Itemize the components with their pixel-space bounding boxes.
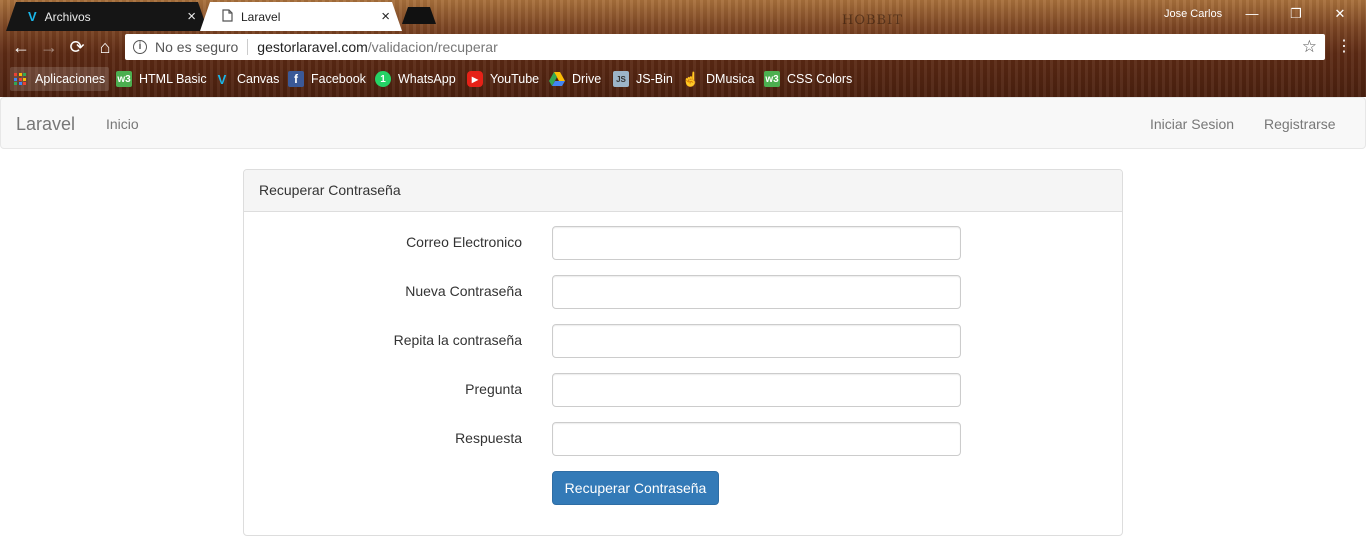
bookmark-label: CSS Colors — [787, 72, 853, 86]
panel-heading: Recuperar Contraseña — [244, 170, 1122, 212]
bookmark-label: Drive — [572, 72, 602, 86]
security-status: No es seguro — [155, 39, 239, 55]
star-icon[interactable]: ☆ — [1302, 37, 1317, 57]
tab-archivos[interactable]: V Archivos × — [6, 2, 208, 31]
page-icon — [222, 9, 233, 25]
bookmark-dmusica[interactable]: ☝ DMusica — [682, 67, 755, 91]
nav-link-registrarse[interactable]: Registrarse — [1264, 116, 1336, 132]
answer-field[interactable] — [552, 422, 961, 456]
nav-link-inicio[interactable]: Inicio — [106, 116, 139, 132]
bookmark-label: YouTube — [490, 72, 540, 86]
apps-icon — [14, 73, 28, 85]
bookmark-html-basic[interactable]: w3 HTML Basic — [116, 67, 207, 91]
tab-strip: V Archivos × Laravel × HOBBIT Jose Carlo… — [0, 0, 1366, 31]
youtube-icon: ▶ — [467, 71, 483, 87]
maximize-button[interactable]: ❐ — [1276, 4, 1316, 24]
address-bar[interactable]: i No es seguro gestorlaravel.com /valida… — [125, 34, 1325, 60]
new-tab-button[interactable] — [402, 7, 436, 24]
form-row-answer: Respuesta — [244, 422, 1122, 456]
bookmark-css-colors[interactable]: w3 CSS Colors — [764, 67, 852, 91]
bookmark-label: DMusica — [706, 72, 755, 86]
recover-password-panel: Recuperar Contraseña Correo Electronico … — [243, 169, 1123, 536]
question-field[interactable] — [552, 373, 961, 407]
close-tab-icon[interactable]: × — [187, 9, 196, 24]
nav-link-iniciar-sesion[interactable]: Iniciar Sesion — [1150, 116, 1234, 132]
form-row-new-password: Nueva Contraseña — [244, 275, 1122, 309]
divider — [247, 39, 249, 55]
email-field[interactable] — [552, 226, 961, 260]
bookmark-label: Facebook — [311, 72, 366, 86]
form-row-confirm-password: Repita la contraseña — [244, 324, 1122, 358]
w3-icon: w3 — [764, 71, 780, 87]
browser-chrome: V Archivos × Laravel × HOBBIT Jose Carlo… — [0, 0, 1366, 97]
info-icon[interactable]: i — [133, 40, 147, 54]
bookmark-youtube[interactable]: ▶ YouTube — [467, 67, 539, 91]
new-password-label: Nueva Contraseña — [405, 283, 522, 299]
new-password-field[interactable] — [552, 275, 961, 309]
vimeo-icon: V — [217, 71, 227, 87]
recover-password-button[interactable]: Recuperar Contraseña — [552, 471, 719, 505]
w3-icon: w3 — [116, 71, 132, 87]
bookmark-drive[interactable]: Drive — [549, 67, 601, 91]
whatsapp-icon: 1 — [375, 71, 391, 87]
menu-icon[interactable]: ⋮ — [1336, 37, 1352, 57]
drive-icon — [549, 71, 565, 87]
bookmark-label: JS-Bin — [636, 72, 673, 86]
profile-name[interactable]: Jose Carlos — [1164, 8, 1222, 20]
tab-label: Archivos — [44, 9, 91, 24]
minimize-button[interactable]: — — [1232, 4, 1272, 24]
home-icon[interactable]: ⌂ — [93, 35, 117, 59]
browser-toolbar: ← → ⟳ ⌂ i No es seguro gestorlaravel.com… — [0, 31, 1366, 62]
navbar-brand[interactable]: Laravel — [16, 114, 75, 135]
tab-label: Laravel — [241, 9, 281, 24]
bookmarks-bar: Aplicaciones w3 HTML Basic V Canvas f Fa… — [0, 62, 1366, 97]
email-label: Correo Electronico — [406, 234, 522, 250]
reload-icon[interactable]: ⟳ — [65, 35, 89, 59]
confirm-password-label: Repita la contraseña — [393, 332, 522, 348]
bookmark-aplicaciones[interactable]: Aplicaciones — [10, 67, 110, 91]
answer-label: Respuesta — [455, 430, 522, 446]
url-path: /validacion/recuperar — [367, 39, 498, 55]
forward-icon[interactable]: → — [37, 35, 61, 59]
form-row-email: Correo Electronico — [244, 226, 1122, 260]
bookmark-label: Aplicaciones — [35, 72, 106, 86]
jsbin-icon: JS — [613, 71, 629, 87]
bookmark-js-bin[interactable]: JS JS-Bin — [613, 67, 673, 91]
bookmark-facebook[interactable]: f Facebook — [288, 67, 366, 91]
close-tab-icon[interactable]: × — [381, 9, 390, 24]
bookmark-whatsapp[interactable]: 1 WhatsApp — [375, 67, 456, 91]
form-row-question: Pregunta — [244, 373, 1122, 407]
bookmark-label: WhatsApp — [398, 72, 456, 86]
bookmark-label: Canvas — [237, 72, 280, 86]
close-window-button[interactable]: ✕ — [1320, 4, 1360, 24]
back-icon[interactable]: ← — [9, 35, 33, 59]
bookmark-label: HTML Basic — [139, 72, 207, 86]
vimeo-icon: V — [28, 9, 37, 24]
theme-logo: HOBBIT — [842, 13, 903, 28]
tab-laravel[interactable]: Laravel × — [200, 2, 402, 31]
confirm-password-field[interactable] — [552, 324, 961, 358]
site-navbar: Laravel Inicio Iniciar Sesion Registrars… — [0, 97, 1366, 149]
url-domain: gestorlaravel.com — [257, 39, 368, 55]
bookmark-canvas[interactable]: V Canvas — [214, 67, 280, 91]
hand-icon: ☝ — [682, 70, 700, 87]
question-label: Pregunta — [465, 381, 522, 397]
facebook-icon: f — [288, 71, 304, 87]
